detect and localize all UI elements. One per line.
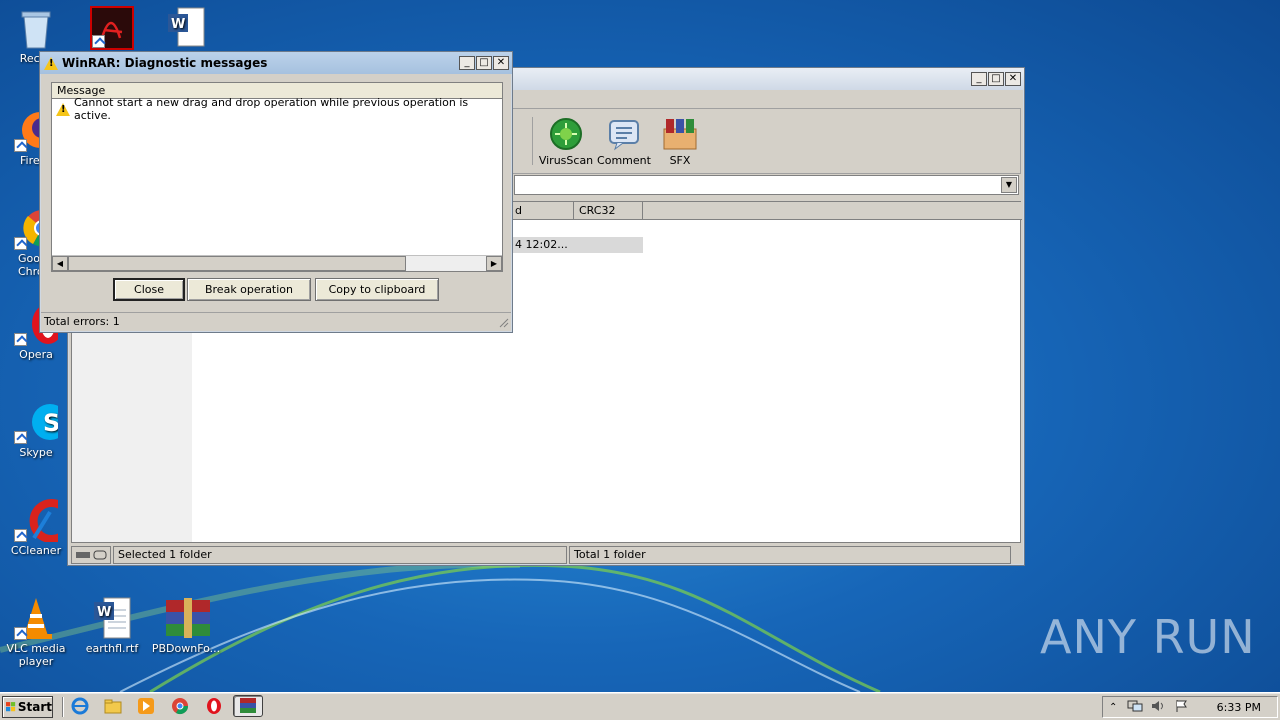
svg-text:S: S [43,409,58,437]
dialog-title-bar[interactable]: WinRAR: Diagnostic messages _ □ ✕ [40,52,512,74]
maximize-button[interactable]: □ [988,72,1004,86]
opera-icon[interactable] [205,697,223,715]
message-text: Cannot start a new drag and drop operati… [74,96,469,122]
dialog-status-bar: Total errors: 1 [41,312,511,330]
show-hidden-icons-icon[interactable]: ⌃ [1109,702,1117,713]
path-dropdown[interactable]: ▼ [514,175,1019,195]
list-item[interactable]: Cannot start a new drag and drop operati… [56,96,496,122]
copy-to-clipboard-button[interactable]: Copy to clipboard [315,278,439,301]
shortcut-arrow-icon [14,139,27,152]
ccleaner-icon [14,498,67,543]
winrar-archive-icon [164,596,210,640]
diagnostic-dialog[interactable]: WinRAR: Diagnostic messages _ □ ✕ Messag… [39,51,513,333]
svg-text:W: W [97,605,111,620]
word-document-icon: W [90,596,134,640]
sfx-icon [663,119,697,150]
explorer-folder-icon[interactable] [104,697,122,715]
network-icon[interactable] [1127,699,1143,716]
acrobat-icon [90,6,134,50]
column-header-modified[interactable]: d [511,202,574,220]
minimize-button[interactable]: _ [459,56,475,70]
taskbar: Start ⌃ 6:33 PM [0,692,1280,720]
warning-icon [56,102,70,116]
toolbar-sfx-button[interactable]: SFX [652,117,708,167]
scroll-right-icon[interactable]: ▶ [486,256,502,271]
chrome-icon[interactable] [171,697,189,715]
media-player-icon[interactable] [137,697,155,715]
action-center-flag-icon[interactable] [1175,699,1189,716]
break-operation-button[interactable]: Break operation [187,278,311,301]
horizontal-scrollbar[interactable]: ◀ ▶ [52,255,502,271]
scrollbar-thumb[interactable] [68,256,406,271]
status-selected: Selected 1 folder [113,546,567,564]
scroll-left-icon[interactable]: ◀ [52,256,68,271]
desktop-icon-vlc[interactable]: VLC media player [0,596,72,668]
desktop-icon-ccleaner[interactable]: CCleaner [0,498,72,557]
desktop-icon-word-doc[interactable]: W [150,6,222,52]
shortcut-arrow-icon [14,333,27,346]
desktop-icon-skype[interactable]: S Skype [0,400,72,459]
dialog-title: WinRAR: Diagnostic messages [62,56,268,70]
resize-grip-icon[interactable] [497,316,509,328]
column-header-crc32[interactable]: CRC32 [575,202,643,220]
minimize-button[interactable]: _ [971,72,987,86]
desktop-icon-pbdownfo[interactable]: PBDownFo... [150,596,222,655]
toolbar-separator [532,117,533,165]
skype-icon: S [14,400,68,444]
virusscan-icon [550,118,582,150]
main-status-bar: Selected 1 folder Total 1 folder [71,546,1021,564]
shortcut-arrow-icon [14,237,27,250]
table-row[interactable]: 4 12:02... [511,237,643,253]
recycle-bin-icon [14,6,58,50]
shortcut-arrow-icon [92,35,105,48]
toolbar-comment-button[interactable]: Comment [596,117,652,167]
taskbar-separator [62,697,64,717]
close-icon[interactable]: ✕ [1005,72,1021,86]
desktop-icon-earthfl[interactable]: W earthfl.rtf [76,596,148,655]
comment-icon [609,120,639,151]
ie-icon[interactable] [71,697,89,715]
anyrun-watermark: ANY RUN [1040,610,1256,664]
close-button[interactable]: Close [113,278,185,301]
vlc-cone-icon [14,596,58,640]
shortcut-arrow-icon [14,627,27,640]
shortcut-arrow-icon [14,529,27,542]
drive-icon [71,546,111,564]
windows-logo-icon [6,702,16,712]
clock[interactable]: 6:33 PM [1217,701,1261,714]
close-icon[interactable]: ✕ [493,56,509,70]
chevron-down-icon[interactable]: ▼ [1001,177,1017,193]
shortcut-arrow-icon [14,431,27,444]
warning-icon [44,56,58,70]
toolbar-virusscan-button[interactable]: VirusScan [538,117,594,167]
speaker-icon[interactable] [1151,699,1165,716]
start-button[interactable]: Start [2,696,53,718]
status-total: Total 1 folder [569,546,1011,564]
total-errors-text: Total errors: 1 [44,315,120,328]
message-list[interactable]: Message Cannot start a new drag and drop… [51,82,503,272]
desktop-icon-acrobat[interactable] [76,6,148,52]
winrar-taskbar-button[interactable] [233,695,263,717]
row-modified-cell: 4 12:02... [515,238,568,251]
svg-text:W: W [171,17,185,32]
system-tray: ⌃ 6:33 PM [1102,696,1278,718]
word-document-icon: W [164,6,208,50]
maximize-button[interactable]: □ [476,56,492,70]
